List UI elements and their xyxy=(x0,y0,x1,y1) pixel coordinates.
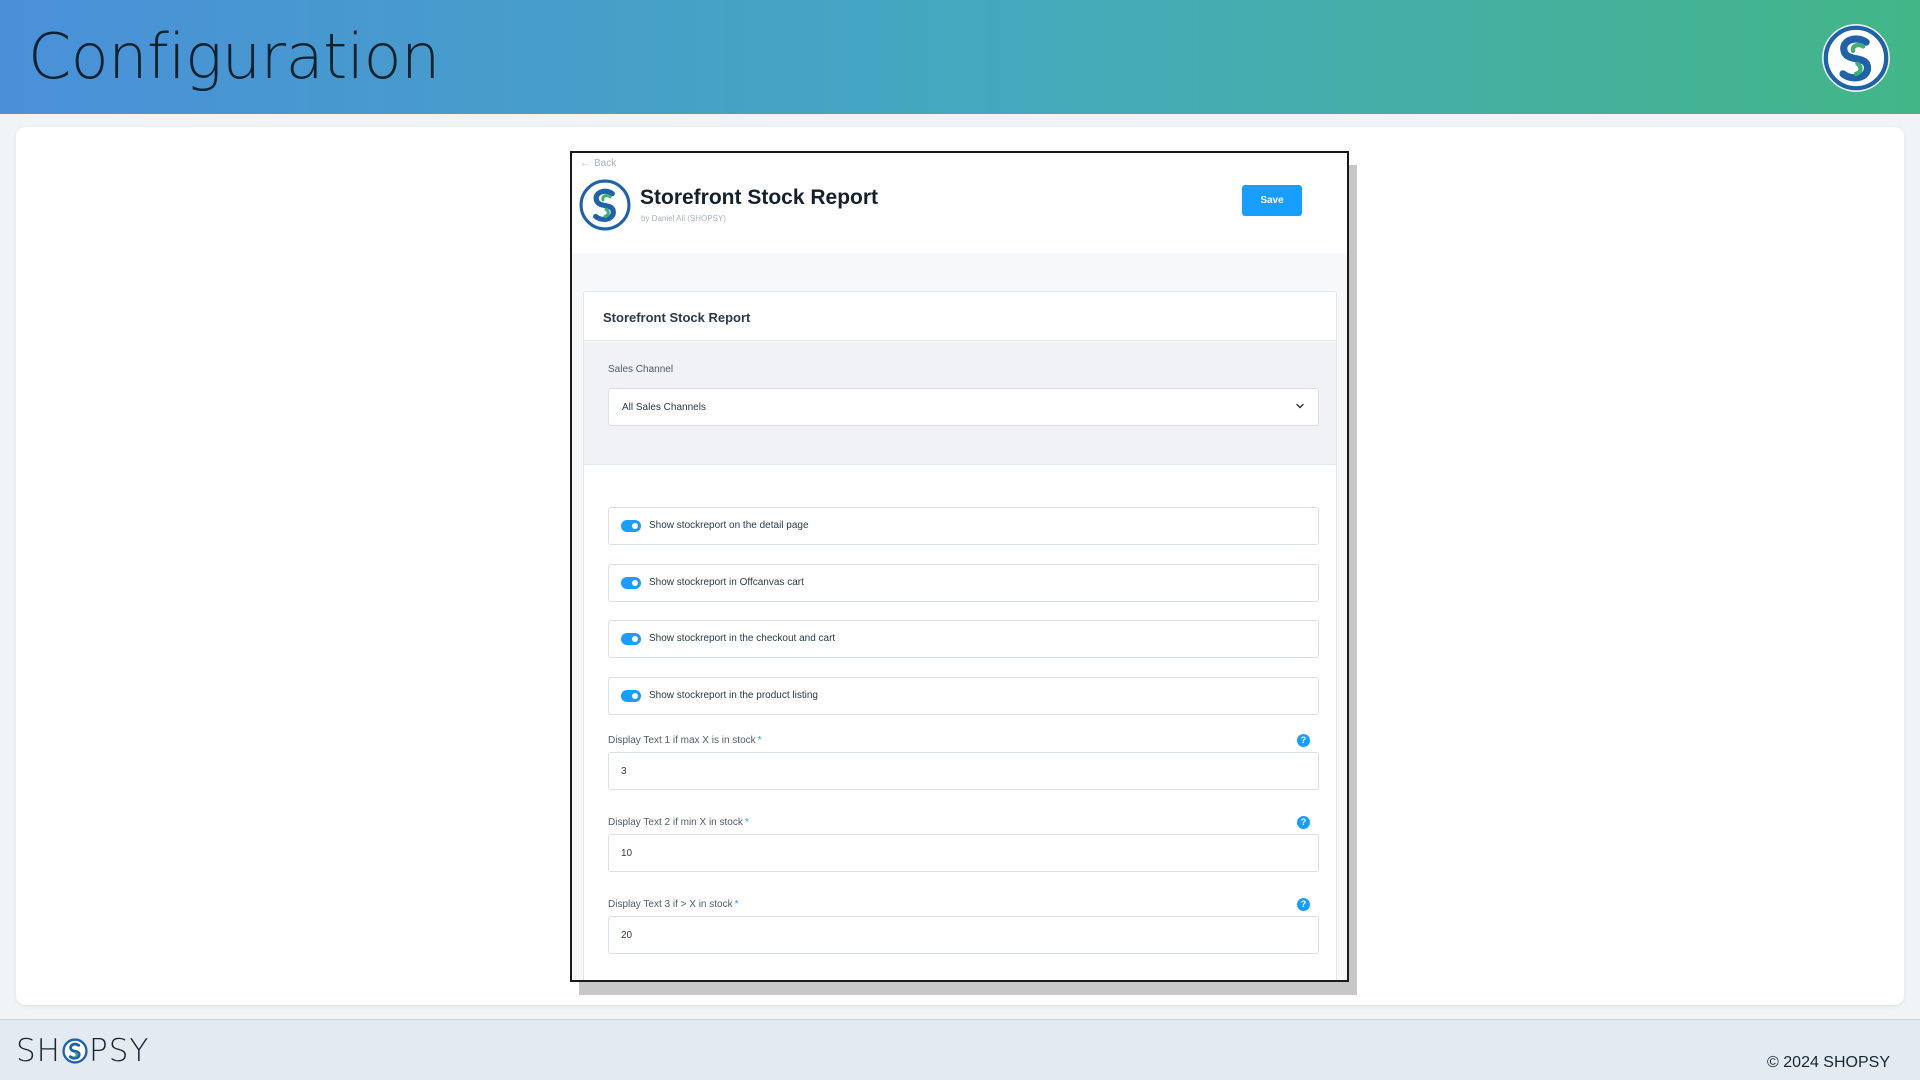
field-label-text: Display Text 1 if max X is in stock xyxy=(608,735,756,746)
switch-knob xyxy=(632,693,638,699)
display-text-3-input[interactable]: 20 xyxy=(608,916,1319,954)
input-value: 3 xyxy=(621,766,627,777)
app-author: by Daniel Ali (SHOPSY) xyxy=(641,214,726,223)
shopsy-wordmark: SH PSY xyxy=(16,1033,149,1069)
app-title: Storefront Stock Report xyxy=(640,186,879,209)
save-button[interactable]: Save xyxy=(1242,185,1302,216)
header-banner: Configuration xyxy=(0,0,1920,114)
switch-knob xyxy=(632,580,638,586)
input-value: 10 xyxy=(621,848,633,859)
toggle-label: Show stockreport in Offcanvas cart xyxy=(649,577,804,588)
toggle-row-offcanvas-cart: Show stockreport in Offcanvas cart xyxy=(608,564,1319,602)
sales-channel-value: All Sales Channels xyxy=(622,402,706,413)
page-title: Configuration xyxy=(28,20,440,93)
toggle-row-checkout-cart: Show stockreport in the checkout and car… xyxy=(608,620,1319,658)
app-screenshot: ← Back Storefront Stock Report by Daniel … xyxy=(570,151,1349,982)
toggle-row-product-listing: Show stockreport in the product listing xyxy=(608,677,1319,715)
sales-channel-label: Sales Channel xyxy=(608,364,674,375)
panel-title: Storefront Stock Report xyxy=(603,310,751,325)
field-label-text: Display Text 3 if > X in stock xyxy=(608,899,733,910)
display-text-2-input[interactable]: 10 xyxy=(608,834,1319,872)
toggle-row-detail-page: Show stockreport on the detail page xyxy=(608,507,1319,545)
copyright-text: © 2024 SHOPSY xyxy=(1767,1054,1890,1071)
brand-suffix: PSY xyxy=(89,1033,150,1069)
display-text-1-input[interactable]: 3 xyxy=(608,752,1319,790)
toggle-switch[interactable] xyxy=(621,577,641,589)
sales-channel-section: Sales Channel All Sales Channels xyxy=(584,342,1336,465)
chevron-down-icon xyxy=(1296,403,1304,409)
footer: SH PSY © 2024 SHOPSY xyxy=(0,1019,1920,1080)
toggle-switch[interactable] xyxy=(621,633,641,645)
back-link[interactable]: ← Back xyxy=(580,158,616,169)
arrow-left-icon: ← xyxy=(580,158,590,169)
settings-panel: Storefront Stock Report Sales Channel Al… xyxy=(583,291,1337,980)
toggle-label: Show stockreport in the product listing xyxy=(649,690,818,701)
shopsy-logo-icon xyxy=(1822,24,1890,92)
display-text-2-label: Display Text 2 if min X in stock * xyxy=(608,817,749,828)
required-marker: * xyxy=(744,817,749,828)
brand-prefix: SH xyxy=(16,1033,61,1069)
sales-channel-select[interactable]: All Sales Channels xyxy=(608,388,1319,426)
switch-knob xyxy=(632,636,638,642)
input-value: 20 xyxy=(621,930,633,941)
help-icon[interactable]: ? xyxy=(1297,816,1310,829)
help-icon[interactable]: ? xyxy=(1297,734,1310,747)
back-label: Back xyxy=(594,158,617,169)
toggle-switch[interactable] xyxy=(621,690,641,702)
app-logo-icon xyxy=(579,179,631,231)
toggle-switch[interactable] xyxy=(621,520,641,532)
display-text-3-label: Display Text 3 if > X in stock * xyxy=(608,899,739,910)
field-label-text: Display Text 2 if min X in stock xyxy=(608,817,743,828)
toggle-label: Show stockreport on the detail page xyxy=(649,520,809,531)
required-marker: * xyxy=(757,735,762,746)
toggle-label: Show stockreport in the checkout and car… xyxy=(649,633,836,644)
required-marker: * xyxy=(734,899,739,910)
panel-header: Storefront Stock Report xyxy=(584,292,1336,341)
display-text-1-label: Display Text 1 if max X is in stock * xyxy=(608,735,762,746)
switch-knob xyxy=(632,523,638,529)
brand-o-logo-icon xyxy=(62,1038,88,1064)
help-icon[interactable]: ? xyxy=(1297,898,1310,911)
